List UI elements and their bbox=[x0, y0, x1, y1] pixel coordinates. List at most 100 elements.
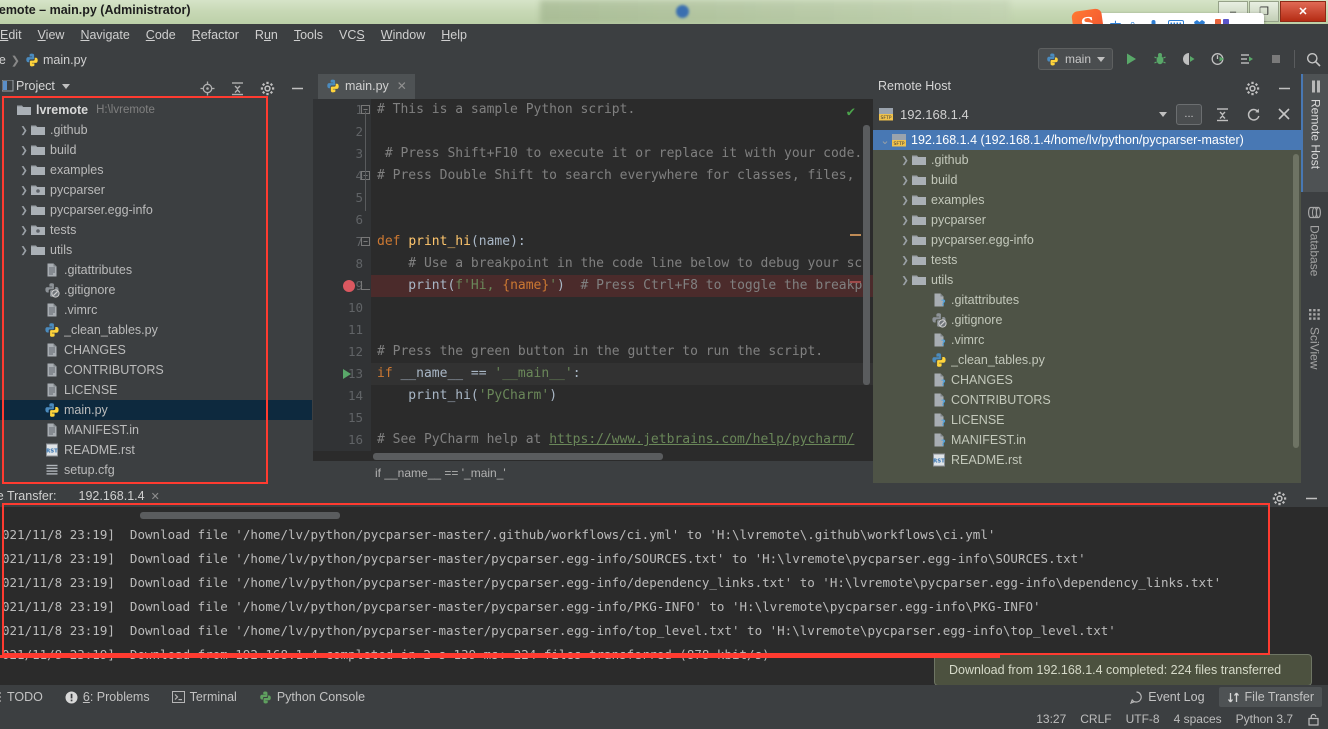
close-icon[interactable] bbox=[1273, 103, 1295, 125]
code-line[interactable] bbox=[371, 121, 873, 143]
chevron-down-icon[interactable]: ⌄ bbox=[879, 134, 891, 147]
code-line[interactable] bbox=[371, 319, 873, 341]
code-line[interactable]: # Press Shift+F10 to execute it or repla… bbox=[371, 143, 873, 165]
code-line[interactable] bbox=[371, 187, 873, 209]
gutter-row[interactable]: 6 bbox=[313, 209, 371, 231]
status-indent[interactable]: 4 spaces bbox=[1174, 712, 1222, 726]
code-line[interactable]: print(f'Hi, {name}') # Press Ctrl+F8 to … bbox=[371, 275, 873, 297]
chevron-right-icon[interactable]: ❯ bbox=[18, 165, 30, 176]
gutter-row[interactable]: 14 bbox=[313, 385, 371, 407]
chevron-right-icon[interactable]: ❯ bbox=[899, 275, 911, 286]
editor-horizontal-scrollbar[interactable] bbox=[373, 453, 663, 460]
project-tree[interactable]: lvremote H:\lvremote ❯ .github ❯ build ❯ exampl… bbox=[0, 98, 312, 484]
menu-refactor[interactable]: Refactor bbox=[184, 26, 247, 44]
tw-terminal[interactable]: Terminal bbox=[171, 690, 237, 704]
gutter-row[interactable]: 13 bbox=[313, 363, 371, 385]
code-line[interactable]: # Press the green button in the gutter t… bbox=[371, 341, 873, 363]
editor-vertical-scrollbar[interactable] bbox=[863, 125, 870, 385]
hide-panel-icon[interactable] bbox=[286, 77, 308, 98]
code-line[interactable]: if __name__ == '__main__': bbox=[371, 363, 873, 385]
tree-row[interactable]: .vimrc bbox=[0, 300, 312, 320]
tree-row[interactable]: lvremote H:\lvremote bbox=[0, 100, 312, 120]
breakpoint-icon[interactable] bbox=[343, 280, 355, 292]
close-icon[interactable]: ✕ bbox=[151, 490, 160, 503]
tree-row[interactable]: ❯ tests bbox=[0, 220, 312, 240]
tree-row[interactable]: setup.cfg bbox=[0, 460, 312, 480]
chevron-right-icon[interactable]: ❯ bbox=[899, 195, 911, 206]
remote-host-selector[interactable]: SFTP 192.168.1.4 bbox=[878, 106, 969, 122]
tw-todo[interactable]: TODO bbox=[0, 690, 43, 704]
tree-row[interactable]: ? LICENSE bbox=[873, 410, 1301, 430]
editor-gutter[interactable]: 1−234−567−891011121314151617 bbox=[313, 99, 371, 459]
chevron-right-icon[interactable]: ❯ bbox=[18, 125, 30, 136]
tree-row[interactable]: ❯ examples bbox=[0, 160, 312, 180]
editor-marker-error[interactable] bbox=[850, 281, 861, 283]
tree-row[interactable]: MANIFEST.in bbox=[0, 420, 312, 440]
menu-edit[interactable]: Edit bbox=[0, 26, 30, 44]
tree-row[interactable]: ? CHANGES bbox=[873, 370, 1301, 390]
tree-row[interactable]: ❯ pycparser bbox=[0, 180, 312, 200]
gutter-row[interactable]: 7− bbox=[313, 231, 371, 253]
hide-panel-icon[interactable] bbox=[1300, 487, 1322, 507]
tree-row[interactable]: RST README.rst bbox=[873, 450, 1301, 470]
tw-python-console[interactable]: Python Console bbox=[259, 690, 365, 704]
tree-row[interactable]: ❯ .github bbox=[873, 150, 1301, 170]
chevron-right-icon[interactable]: ❯ bbox=[899, 235, 911, 246]
chevron-right-icon[interactable]: ❯ bbox=[899, 175, 911, 186]
editor-marker-warning[interactable] bbox=[850, 234, 861, 236]
tree-row[interactable]: ⌄ SFTP 192.168.1.4 (192.168.1.4/home/lv/py… bbox=[873, 130, 1301, 150]
coverage-icon[interactable] bbox=[1178, 48, 1200, 70]
menu-help[interactable]: Help bbox=[433, 26, 475, 44]
vtab-database[interactable]: Database bbox=[1301, 200, 1328, 295]
notification-toast[interactable]: Download from 192.168.1.4 completed: 224… bbox=[934, 654, 1312, 686]
chevron-right-icon[interactable]: ❯ bbox=[18, 225, 30, 236]
tree-row[interactable]: ❯ .github bbox=[0, 120, 312, 140]
tree-row[interactable]: ? MANIFEST.in bbox=[873, 430, 1301, 450]
gutter-row[interactable]: 5 bbox=[313, 187, 371, 209]
code-line[interactable] bbox=[371, 209, 873, 231]
vtab-remote-host[interactable]: Remote Host bbox=[1301, 74, 1328, 192]
vtab-sciview[interactable]: SciView bbox=[1301, 302, 1328, 394]
status-interpreter[interactable]: Python 3.7 bbox=[1236, 712, 1293, 726]
tree-row[interactable]: ? .vimrc bbox=[873, 330, 1301, 350]
gutter-row[interactable]: 11 bbox=[313, 319, 371, 341]
gutter-row[interactable]: 2 bbox=[313, 121, 371, 143]
collapse-all-icon[interactable] bbox=[226, 77, 248, 98]
stop-icon[interactable] bbox=[1265, 48, 1287, 70]
close-button[interactable]: ✕ bbox=[1280, 1, 1326, 22]
gutter-row[interactable]: 8 bbox=[313, 253, 371, 275]
tree-row[interactable]: .gitignore bbox=[873, 310, 1301, 330]
tree-row[interactable]: ❯ pycparser bbox=[873, 210, 1301, 230]
gutter-row[interactable]: 10 bbox=[313, 297, 371, 319]
tree-row[interactable]: _clean_tables.py bbox=[0, 320, 312, 340]
tw-event-log[interactable]: Event Log bbox=[1130, 690, 1205, 704]
locate-icon[interactable] bbox=[196, 77, 218, 98]
gutter-row[interactable]: 16 bbox=[313, 429, 371, 451]
chevron-right-icon[interactable]: ❯ bbox=[899, 215, 911, 226]
status-line-separator[interactable]: CRLF bbox=[1080, 712, 1111, 726]
profile-icon[interactable] bbox=[1207, 48, 1229, 70]
gutter-row[interactable]: 4− bbox=[313, 165, 371, 187]
gutter-row[interactable]: 1− bbox=[313, 99, 371, 121]
refresh-icon[interactable] bbox=[1242, 103, 1264, 125]
settings-icon[interactable] bbox=[1268, 487, 1290, 507]
tree-row[interactable]: ❯ build bbox=[0, 140, 312, 160]
tree-row[interactable]: CHANGES bbox=[0, 340, 312, 360]
browse-button[interactable]: ... bbox=[1176, 103, 1202, 125]
code-line[interactable]: # This is a sample Python script. bbox=[371, 99, 873, 121]
editor-code-area[interactable]: # This is a sample Python script. # Pres… bbox=[371, 99, 873, 459]
settings-icon[interactable] bbox=[256, 77, 278, 98]
editor-tab-main-py[interactable]: main.py ✕ bbox=[318, 74, 415, 99]
close-icon[interactable]: ✕ bbox=[397, 79, 407, 93]
editor-breadcrumb[interactable]: if __name__ == '_main_' bbox=[313, 461, 873, 485]
inspection-status-icon[interactable]: ✔ bbox=[847, 104, 855, 120]
breadcrumb-file[interactable]: main.py bbox=[25, 53, 87, 67]
fold-end-marker-icon[interactable] bbox=[361, 281, 370, 290]
concurrency-icon[interactable] bbox=[1236, 48, 1258, 70]
chevron-right-icon[interactable]: ❯ bbox=[899, 155, 911, 166]
gutter-row[interactable]: 12 bbox=[313, 341, 371, 363]
tree-row[interactable]: ❯ pycparser.egg-info bbox=[873, 230, 1301, 250]
chevron-down-icon[interactable] bbox=[1159, 111, 1167, 117]
run-configuration-selector[interactable]: main bbox=[1037, 48, 1113, 70]
menu-code[interactable]: Code bbox=[138, 26, 184, 44]
